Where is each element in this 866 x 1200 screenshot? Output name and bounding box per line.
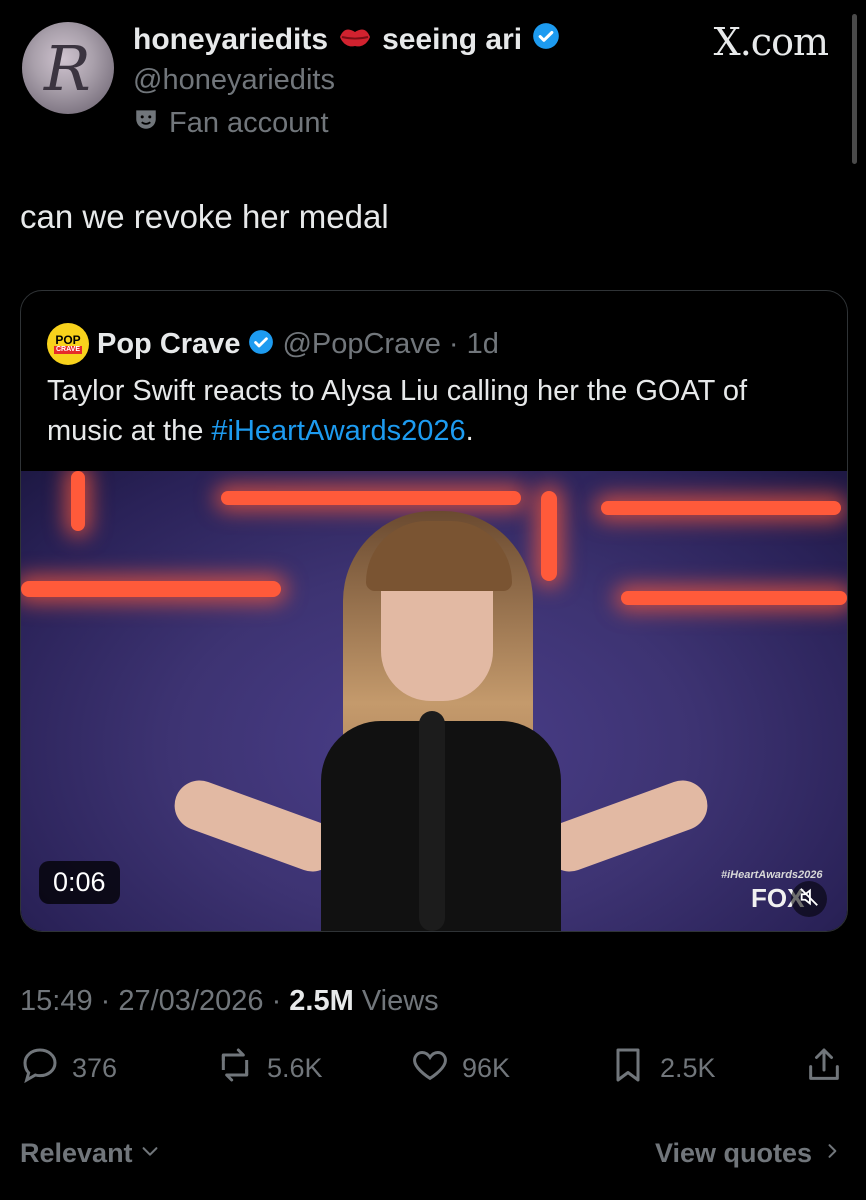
- tweet-meta: 15:49 · 27/03/2026 · 2.5M Views: [20, 985, 439, 1017]
- tweet-date: 27/03/2026: [118, 985, 264, 1017]
- quoted-author-name: Pop Crave: [97, 327, 241, 360]
- repost-count: 5.6K: [267, 1053, 323, 1083]
- verified-badge-icon: [532, 22, 560, 58]
- theater-masks-icon: [133, 106, 159, 140]
- chevron-right-icon: [822, 1138, 842, 1169]
- bookmark-icon: [608, 1045, 648, 1092]
- author-name-row[interactable]: honeyariedits seeing ari: [133, 22, 560, 58]
- action-bar: 376 5.6K 96K 2.5K: [20, 1045, 846, 1095]
- bookmark-button[interactable]: 2.5K: [608, 1045, 716, 1092]
- speaker-muted-icon: [798, 886, 820, 913]
- heart-icon: [410, 1045, 450, 1092]
- tweet-time: 15:49: [20, 985, 93, 1017]
- neon-sign-decoration: [621, 591, 847, 605]
- tweet-text: can we revoke her medal: [20, 198, 389, 235]
- quoted-tweet-card[interactable]: POP CRAVE Pop Crave @PopCrave · 1d Taylo…: [20, 290, 848, 932]
- video-person-arm: [167, 773, 345, 879]
- video-person-arm: [537, 773, 715, 879]
- reply-count: 376: [72, 1053, 118, 1083]
- quoted-author-handle: @PopCrave: [282, 327, 441, 360]
- neon-sign-decoration: [71, 471, 85, 531]
- chevron-down-icon: [139, 1138, 161, 1169]
- account-label: Fan account: [133, 106, 329, 140]
- microphone: [419, 711, 445, 931]
- account-label-text: Fan account: [169, 106, 329, 139]
- views-count: 2.5M: [289, 985, 354, 1017]
- view-quotes-label: View quotes: [654, 1138, 812, 1168]
- quoted-tweet-header: POP CRAVE Pop Crave @PopCrave · 1d: [47, 323, 499, 365]
- repost-button[interactable]: 5.6K: [215, 1045, 323, 1092]
- like-count: 96K: [462, 1053, 511, 1083]
- video-duration: 0:06: [39, 861, 120, 904]
- video-watermark: #iHeartAwards2026: [721, 869, 823, 881]
- quoted-tweet-text: Taylor Swift reacts to Alysa Liu calling…: [47, 375, 748, 447]
- mute-button[interactable]: [791, 881, 827, 917]
- avatar-monogram-icon: R: [44, 32, 91, 105]
- like-button[interactable]: 96K: [410, 1045, 510, 1092]
- sort-dropdown[interactable]: Relevant: [20, 1138, 161, 1169]
- reply-icon: [20, 1045, 60, 1092]
- quoted-time: · 1d: [448, 327, 499, 360]
- neon-sign-decoration: [221, 491, 521, 505]
- bookmark-count: 2.5K: [660, 1053, 716, 1083]
- author-name-suffix: seeing ari: [382, 23, 523, 56]
- reply-button[interactable]: 376: [20, 1045, 117, 1092]
- neon-sign-decoration: [21, 581, 281, 597]
- avatar[interactable]: R: [22, 22, 114, 114]
- scrollbar[interactable]: [852, 14, 857, 164]
- hashtag-link[interactable]: #iHeartAwards2026: [211, 415, 465, 447]
- neon-sign-decoration: [541, 491, 557, 581]
- sort-label: Relevant: [20, 1138, 133, 1168]
- verified-badge-icon: [248, 329, 274, 360]
- share-icon: [804, 1045, 844, 1092]
- neon-sign-decoration: [601, 501, 841, 515]
- repost-icon: [215, 1045, 255, 1092]
- brand-label: X.com: [713, 20, 829, 64]
- video-player[interactable]: 0:06 #iHeartAwards2026 FOX: [21, 471, 847, 931]
- lips-emoji-icon: [338, 23, 372, 57]
- author-handle[interactable]: @honeyariedits: [133, 64, 335, 97]
- views-label: Views: [361, 985, 439, 1017]
- share-button[interactable]: [804, 1045, 844, 1092]
- view-quotes-link[interactable]: View quotes: [655, 1138, 842, 1169]
- pop-crave-logo-icon: POP CRAVE: [47, 323, 89, 365]
- author-display-name: honeyariedits: [133, 23, 329, 56]
